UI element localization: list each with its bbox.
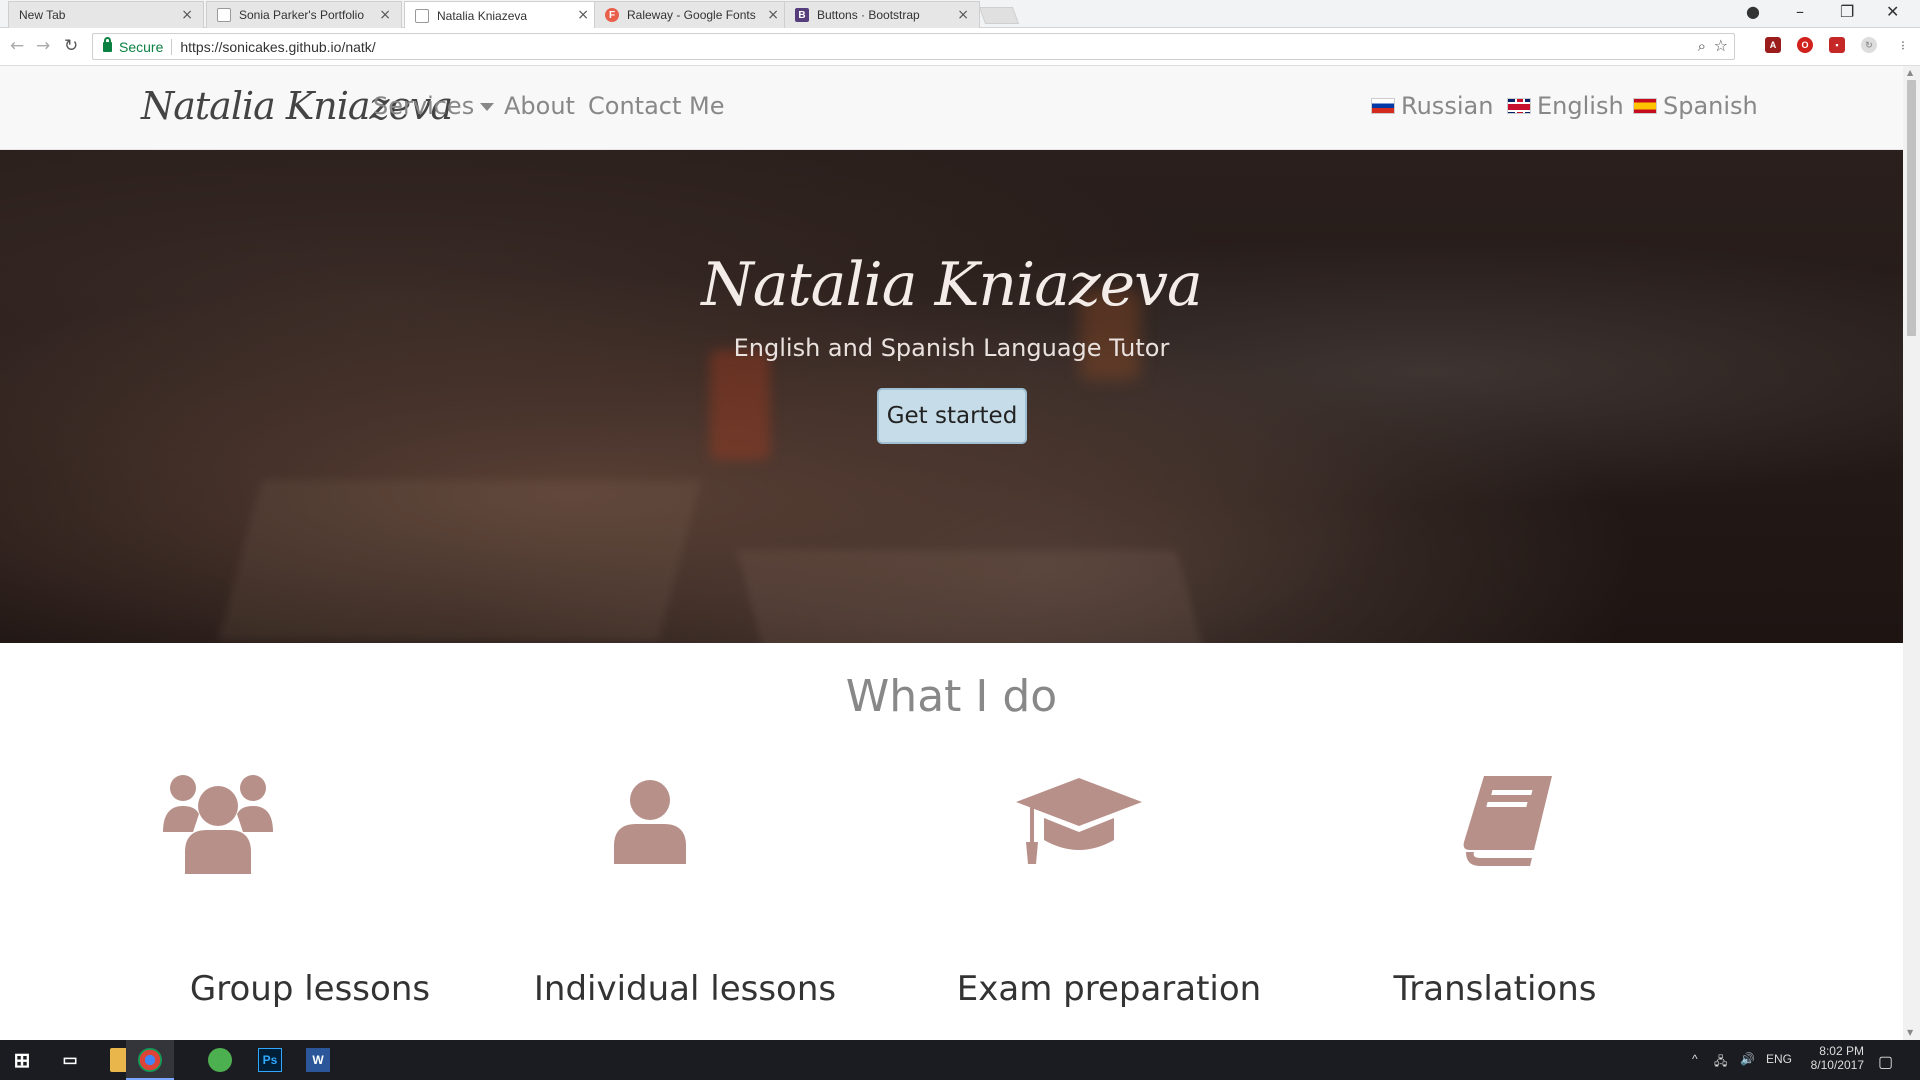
tab-title: Raleway - Google Fonts (627, 8, 756, 22)
users-icon (163, 775, 273, 874)
address-bar[interactable]: Secure https://sonicakes.github.io/natk/… (92, 33, 1735, 60)
service-label: Translations (1393, 969, 1597, 1009)
service-label: Group lessons (189, 969, 431, 1009)
browser-tab[interactable]: B Buttons · Bootstrap × (784, 1, 980, 28)
service-label: Individual lessons (533, 969, 837, 1009)
hero-subtitle: English and Spanish Language Tutor (733, 334, 1170, 362)
hero-background-image (218, 480, 702, 640)
scroll-up-icon[interactable]: ▲ (1907, 68, 1913, 77)
page-icon (415, 8, 429, 23)
new-tab-button[interactable] (978, 7, 1020, 24)
close-tab-icon[interactable]: × (767, 7, 779, 23)
app-icon[interactable] (208, 1048, 232, 1072)
sync-extension-icon[interactable]: ↻ (1861, 37, 1877, 53)
task-view-icon[interactable]: ▭ (58, 1048, 82, 1072)
section-title: What I do (845, 671, 1058, 722)
hero-background-image (710, 350, 770, 460)
close-tab-icon[interactable]: × (379, 7, 391, 23)
secure-label: Secure (119, 38, 173, 55)
tab-title: Natalia Kniazeva (437, 8, 528, 23)
browser-tab-bar: New Tab × Sonia Parker's Portfolio × Nat… (0, 0, 1920, 29)
show-hidden-icons-icon[interactable]: ^ (1692, 1052, 1698, 1066)
windows-start-icon[interactable]: ⊞ (10, 1048, 34, 1072)
lock-icon (103, 36, 112, 52)
page-icon (217, 8, 231, 22)
hero-background-image (736, 550, 1204, 643)
back-icon[interactable]: ← (10, 36, 24, 56)
browser-tab-active[interactable]: Natalia Kniazeva × (404, 1, 600, 29)
web-page: Natalia Kniazeva Services About Contact … (0, 66, 1903, 1040)
hero-title: Natalia Kniazeva (701, 250, 1203, 320)
nav-contact[interactable]: Contact Me (588, 92, 724, 120)
reload-icon[interactable]: ↻ (64, 36, 78, 56)
restore-icon[interactable]: ❐ (1840, 2, 1854, 21)
tab-title: Sonia Parker's Portfolio (239, 8, 365, 22)
clock-date: 8/10/2017 (1810, 1058, 1864, 1072)
close-tab-icon[interactable]: × (181, 7, 193, 23)
lang-spanish[interactable]: Spanish (1633, 92, 1758, 120)
lang-label: Spanish (1663, 92, 1758, 120)
caret-down-icon (480, 103, 495, 111)
get-started-button[interactable]: Get started (877, 388, 1027, 444)
nav-about[interactable]: About (504, 92, 575, 120)
nav-services-dropdown[interactable]: Services (373, 92, 495, 120)
close-tab-icon[interactable]: × (577, 7, 589, 23)
site-navbar: Natalia Kniazeva Services About Contact … (0, 66, 1903, 150)
tab-title: New Tab (19, 8, 66, 22)
bookmark-star-icon[interactable]: ☆ (1714, 36, 1728, 55)
minimize-icon[interactable]: – (1796, 2, 1804, 21)
scroll-down-icon[interactable]: ▼ (1907, 1028, 1913, 1037)
clock-time: 8:02 PM (1819, 1044, 1864, 1058)
book-icon (1463, 776, 1552, 866)
volume-icon[interactable]: 🔊 (1740, 1052, 1755, 1066)
lang-label: Russian (1401, 92, 1494, 120)
chrome-icon[interactable] (138, 1048, 162, 1072)
forward-icon[interactable]: → (36, 36, 50, 56)
browser-tab[interactable]: New Tab × (8, 1, 204, 28)
lang-english[interactable]: English (1507, 92, 1624, 120)
spain-flag-icon (1633, 98, 1657, 114)
network-icon[interactable]: 🖧 (1714, 1052, 1727, 1073)
bootstrap-icon: B (795, 8, 809, 22)
service-label: Exam preparation (956, 969, 1262, 1009)
url-text[interactable]: https://sonicakes.github.io/natk/ (180, 39, 375, 55)
clock[interactable]: 8:02 PM 8/10/2017 (1808, 1044, 1864, 1072)
user-icon (614, 780, 686, 864)
profile-icon[interactable]: ● (1746, 2, 1760, 21)
opera-extension-icon[interactable]: O (1797, 37, 1813, 53)
nav-services-label: Services (373, 92, 475, 120)
close-window-icon[interactable]: ✕ (1886, 2, 1899, 21)
zoom-icon[interactable]: ⌕ (1698, 37, 1706, 55)
extension-icon[interactable]: ▪ (1829, 37, 1845, 53)
lang-russian[interactable]: Russian (1371, 92, 1493, 120)
input-language[interactable]: ENG (1766, 1052, 1792, 1066)
menu-kebab-icon[interactable]: ⋮ (1895, 37, 1911, 53)
lang-label: English (1537, 92, 1624, 120)
russia-flag-icon (1371, 98, 1395, 114)
page-scrollbar[interactable]: ▲ ▼ (1903, 66, 1920, 1040)
photoshop-icon[interactable]: Ps (258, 1048, 282, 1072)
hero-section: Natalia Kniazeva English and Spanish Lan… (0, 150, 1903, 643)
scroll-thumb[interactable] (1907, 80, 1916, 336)
browser-tab[interactable]: Sonia Parker's Portfolio × (206, 1, 402, 28)
close-tab-icon[interactable]: × (957, 7, 969, 23)
uk-flag-icon (1507, 98, 1531, 114)
google-fonts-icon: F (605, 8, 619, 22)
word-icon[interactable]: W (306, 1048, 330, 1072)
windows-taskbar: ⊞ ▭ Ps W ^ 🖧 🔊 ENG 8:02 PM 8/10/2017 ▢ (0, 1040, 1920, 1080)
browser-tab[interactable]: F Raleway - Google Fonts × (594, 1, 790, 28)
tab-title: Buttons · Bootstrap (817, 8, 920, 22)
graduation-cap-icon (1016, 778, 1142, 864)
browser-toolbar: ← → ↻ Secure https://sonicakes.github.io… (0, 28, 1920, 66)
action-center-icon[interactable]: ▢ (1878, 1052, 1893, 1072)
pdf-extension-icon[interactable]: A (1765, 37, 1781, 53)
